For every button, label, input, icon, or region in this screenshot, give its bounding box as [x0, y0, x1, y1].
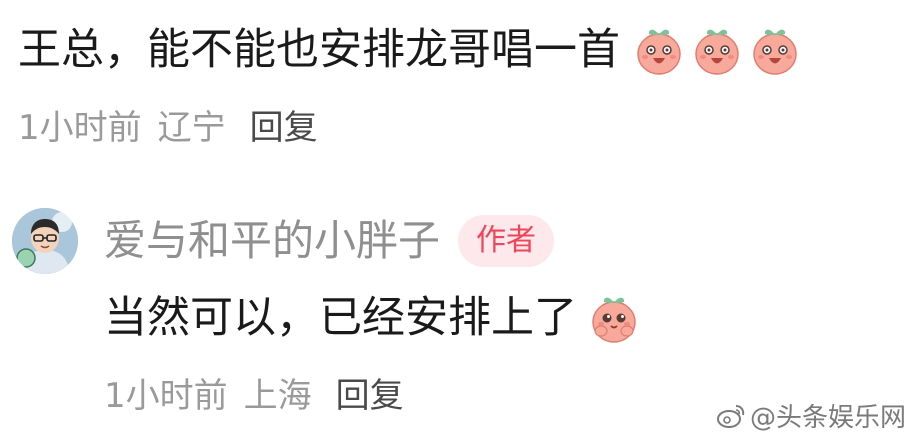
reply-meta: 1小时前 上海 回复: [104, 374, 404, 418]
reply-header: 爱与和平的小胖子 作者: [104, 214, 555, 268]
weibo-logo-icon: [716, 404, 745, 428]
comment-meta: 1小时前 辽宁 回复: [18, 106, 318, 150]
comment-time: 1小时前: [18, 108, 142, 148]
peach-excited-emoji-icon: [695, 29, 739, 75]
emoji-group: [587, 291, 641, 345]
watermark-text: @头条娱乐网: [749, 403, 906, 433]
reply-text: 当然可以，已经安排上了: [104, 293, 577, 343]
comment-location: 辽宁: [157, 108, 226, 148]
peach-excited-emoji-icon: [637, 29, 681, 75]
username[interactable]: 爱与和平的小胖子: [104, 214, 440, 268]
author-badge: 作者: [458, 215, 555, 267]
reply-body: 当然可以，已经安排上了: [104, 290, 641, 346]
emoji-group: [632, 23, 802, 77]
reply-location: 上海: [243, 376, 312, 416]
reply-button[interactable]: 回复: [336, 376, 404, 416]
comment-body: 王总，能不能也安排龙哥唱一首: [18, 22, 802, 78]
avatar-cartoon-icon: [12, 208, 78, 274]
avatar[interactable]: [12, 208, 78, 274]
watermark: @头条娱乐网: [716, 397, 906, 434]
peach-shy-emoji-icon: [592, 297, 636, 343]
comment-text: 王总，能不能也安排龙哥唱一首: [18, 25, 620, 75]
peach-excited-emoji-icon: [753, 29, 797, 75]
reply-time: 1小时前: [104, 376, 228, 416]
reply-button[interactable]: 回复: [250, 108, 318, 148]
